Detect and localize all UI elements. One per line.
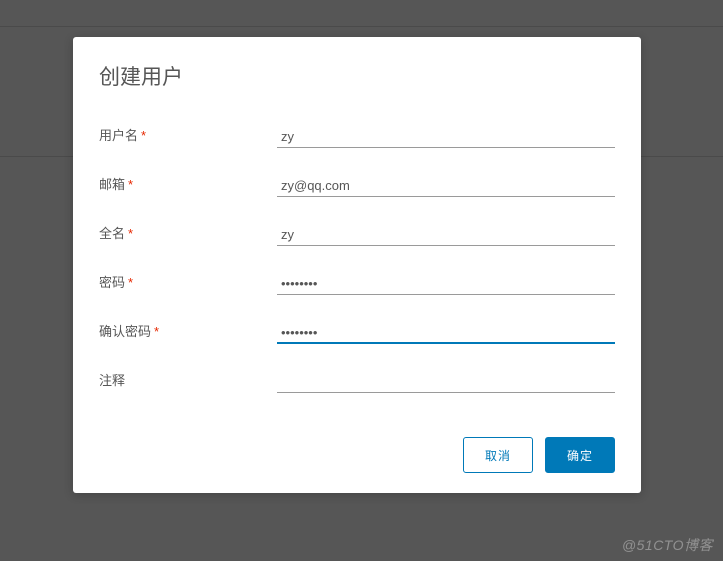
form-row-fullname: 全名* <box>99 223 615 246</box>
password-label: 密码* <box>99 272 277 295</box>
required-mark: * <box>128 275 133 290</box>
required-mark: * <box>141 128 146 143</box>
required-mark: * <box>128 226 133 241</box>
required-mark: * <box>154 324 159 339</box>
comment-input[interactable] <box>277 372 615 393</box>
form-row-email: 邮箱* <box>99 174 615 197</box>
username-label: 用户名* <box>99 125 277 148</box>
label-text: 密码 <box>99 275 125 290</box>
modal-title: 创建用户 <box>99 61 615 91</box>
cancel-button[interactable]: 取消 <box>463 437 533 473</box>
fullname-label: 全名* <box>99 223 277 246</box>
form-row-password: 密码* <box>99 272 615 295</box>
ok-button[interactable]: 确定 <box>545 437 615 473</box>
label-text: 确认密码 <box>99 324 151 339</box>
form-row-confirm-password: 确认密码* <box>99 321 615 344</box>
form-row-comment: 注释 <box>99 370 615 393</box>
comment-label: 注释 <box>99 370 277 393</box>
username-input[interactable] <box>277 127 615 148</box>
confirm-password-input[interactable] <box>277 323 615 344</box>
label-text: 用户名 <box>99 128 138 143</box>
form-row-username: 用户名* <box>99 125 615 148</box>
email-input[interactable] <box>277 176 615 197</box>
modal-footer: 取消 确定 <box>99 437 615 473</box>
confirm-password-label: 确认密码* <box>99 321 277 344</box>
fullname-input[interactable] <box>277 225 615 246</box>
watermark: @51CTO博客 <box>622 535 713 555</box>
label-text: 全名 <box>99 226 125 241</box>
required-mark: * <box>128 177 133 192</box>
email-label: 邮箱* <box>99 174 277 197</box>
label-text: 注释 <box>99 373 125 388</box>
create-user-modal: 创建用户 用户名* 邮箱* 全名* 密码* 确认密 <box>73 37 641 493</box>
password-input[interactable] <box>277 274 615 295</box>
label-text: 邮箱 <box>99 177 125 192</box>
